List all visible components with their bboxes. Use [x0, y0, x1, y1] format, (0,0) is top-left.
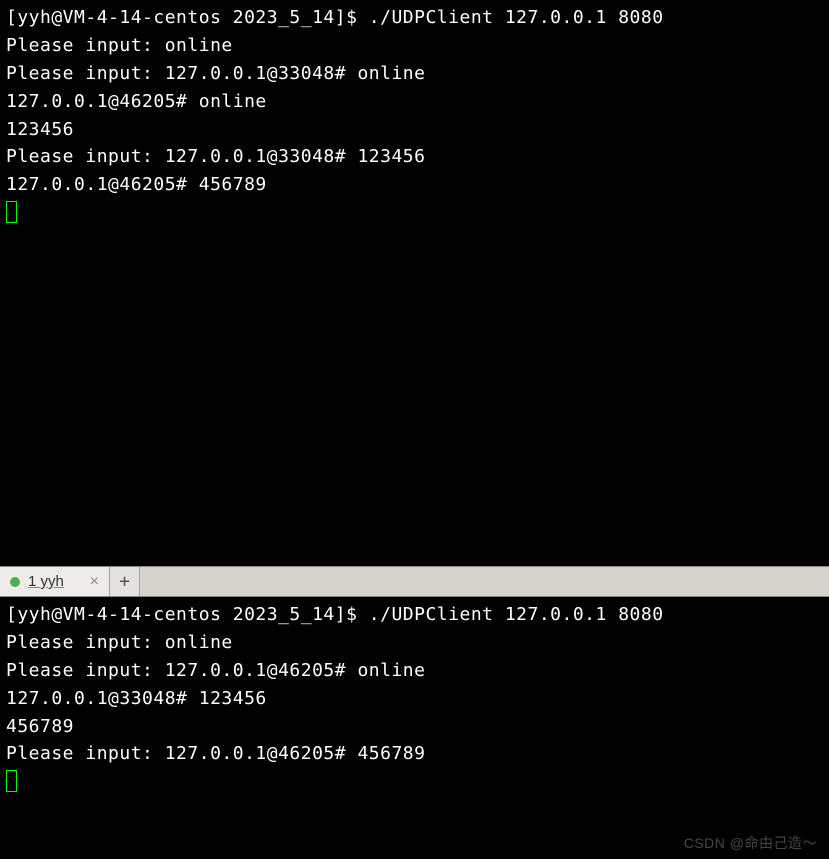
new-tab-button[interactable]: + — [110, 567, 140, 596]
terminal-line: [yyh@VM-4-14-centos 2023_5_14]$ ./UDPCli… — [6, 601, 823, 629]
tab-label: 1 yyh — [28, 573, 80, 590]
close-icon[interactable]: × — [88, 573, 101, 591]
status-dot-icon — [10, 577, 20, 587]
terminal-pane-top[interactable]: [yyh@VM-4-14-centos 2023_5_14]$ ./UDPCli… — [0, 0, 829, 566]
command-text: ./UDPClient 127.0.0.1 8080 — [369, 7, 664, 28]
tab-bar: 1 yyh × + — [0, 566, 829, 597]
plus-icon: + — [119, 571, 130, 592]
shell-prompt: [yyh@VM-4-14-centos 2023_5_14]$ — [6, 7, 369, 28]
tab-session-1[interactable]: 1 yyh × — [0, 567, 110, 596]
terminal-line: 127.0.0.1@46205# online — [6, 88, 823, 116]
command-text: ./UDPClient 127.0.0.1 8080 — [369, 604, 664, 625]
terminal-line: Please input: 127.0.0.1@46205# 456789 — [6, 740, 823, 768]
terminal-line: [yyh@VM-4-14-centos 2023_5_14]$ ./UDPCli… — [6, 4, 823, 32]
terminal-line: Please input: online — [6, 32, 823, 60]
cursor-icon — [6, 770, 17, 792]
terminal-line: Please input: 127.0.0.1@33048# 123456 — [6, 143, 823, 171]
shell-prompt: [yyh@VM-4-14-centos 2023_5_14]$ — [6, 604, 369, 625]
tab-bar-empty — [140, 567, 829, 596]
cursor-icon — [6, 201, 17, 223]
watermark: CSDN @命由己造～ — [684, 833, 817, 853]
terminal-line: Please input: online — [6, 629, 823, 657]
terminal-line: 127.0.0.1@33048# 123456 — [6, 685, 823, 713]
terminal-line: 127.0.0.1@46205# 456789 — [6, 171, 823, 199]
terminal-line: 123456 — [6, 116, 823, 144]
terminal-line: Please input: 127.0.0.1@46205# online — [6, 657, 823, 685]
terminal-line: Please input: 127.0.0.1@33048# online — [6, 60, 823, 88]
cursor-line — [6, 768, 823, 796]
terminal-line: 456789 — [6, 713, 823, 741]
terminal-pane-bottom[interactable]: [yyh@VM-4-14-centos 2023_5_14]$ ./UDPCli… — [0, 597, 829, 855]
cursor-line — [6, 199, 823, 227]
